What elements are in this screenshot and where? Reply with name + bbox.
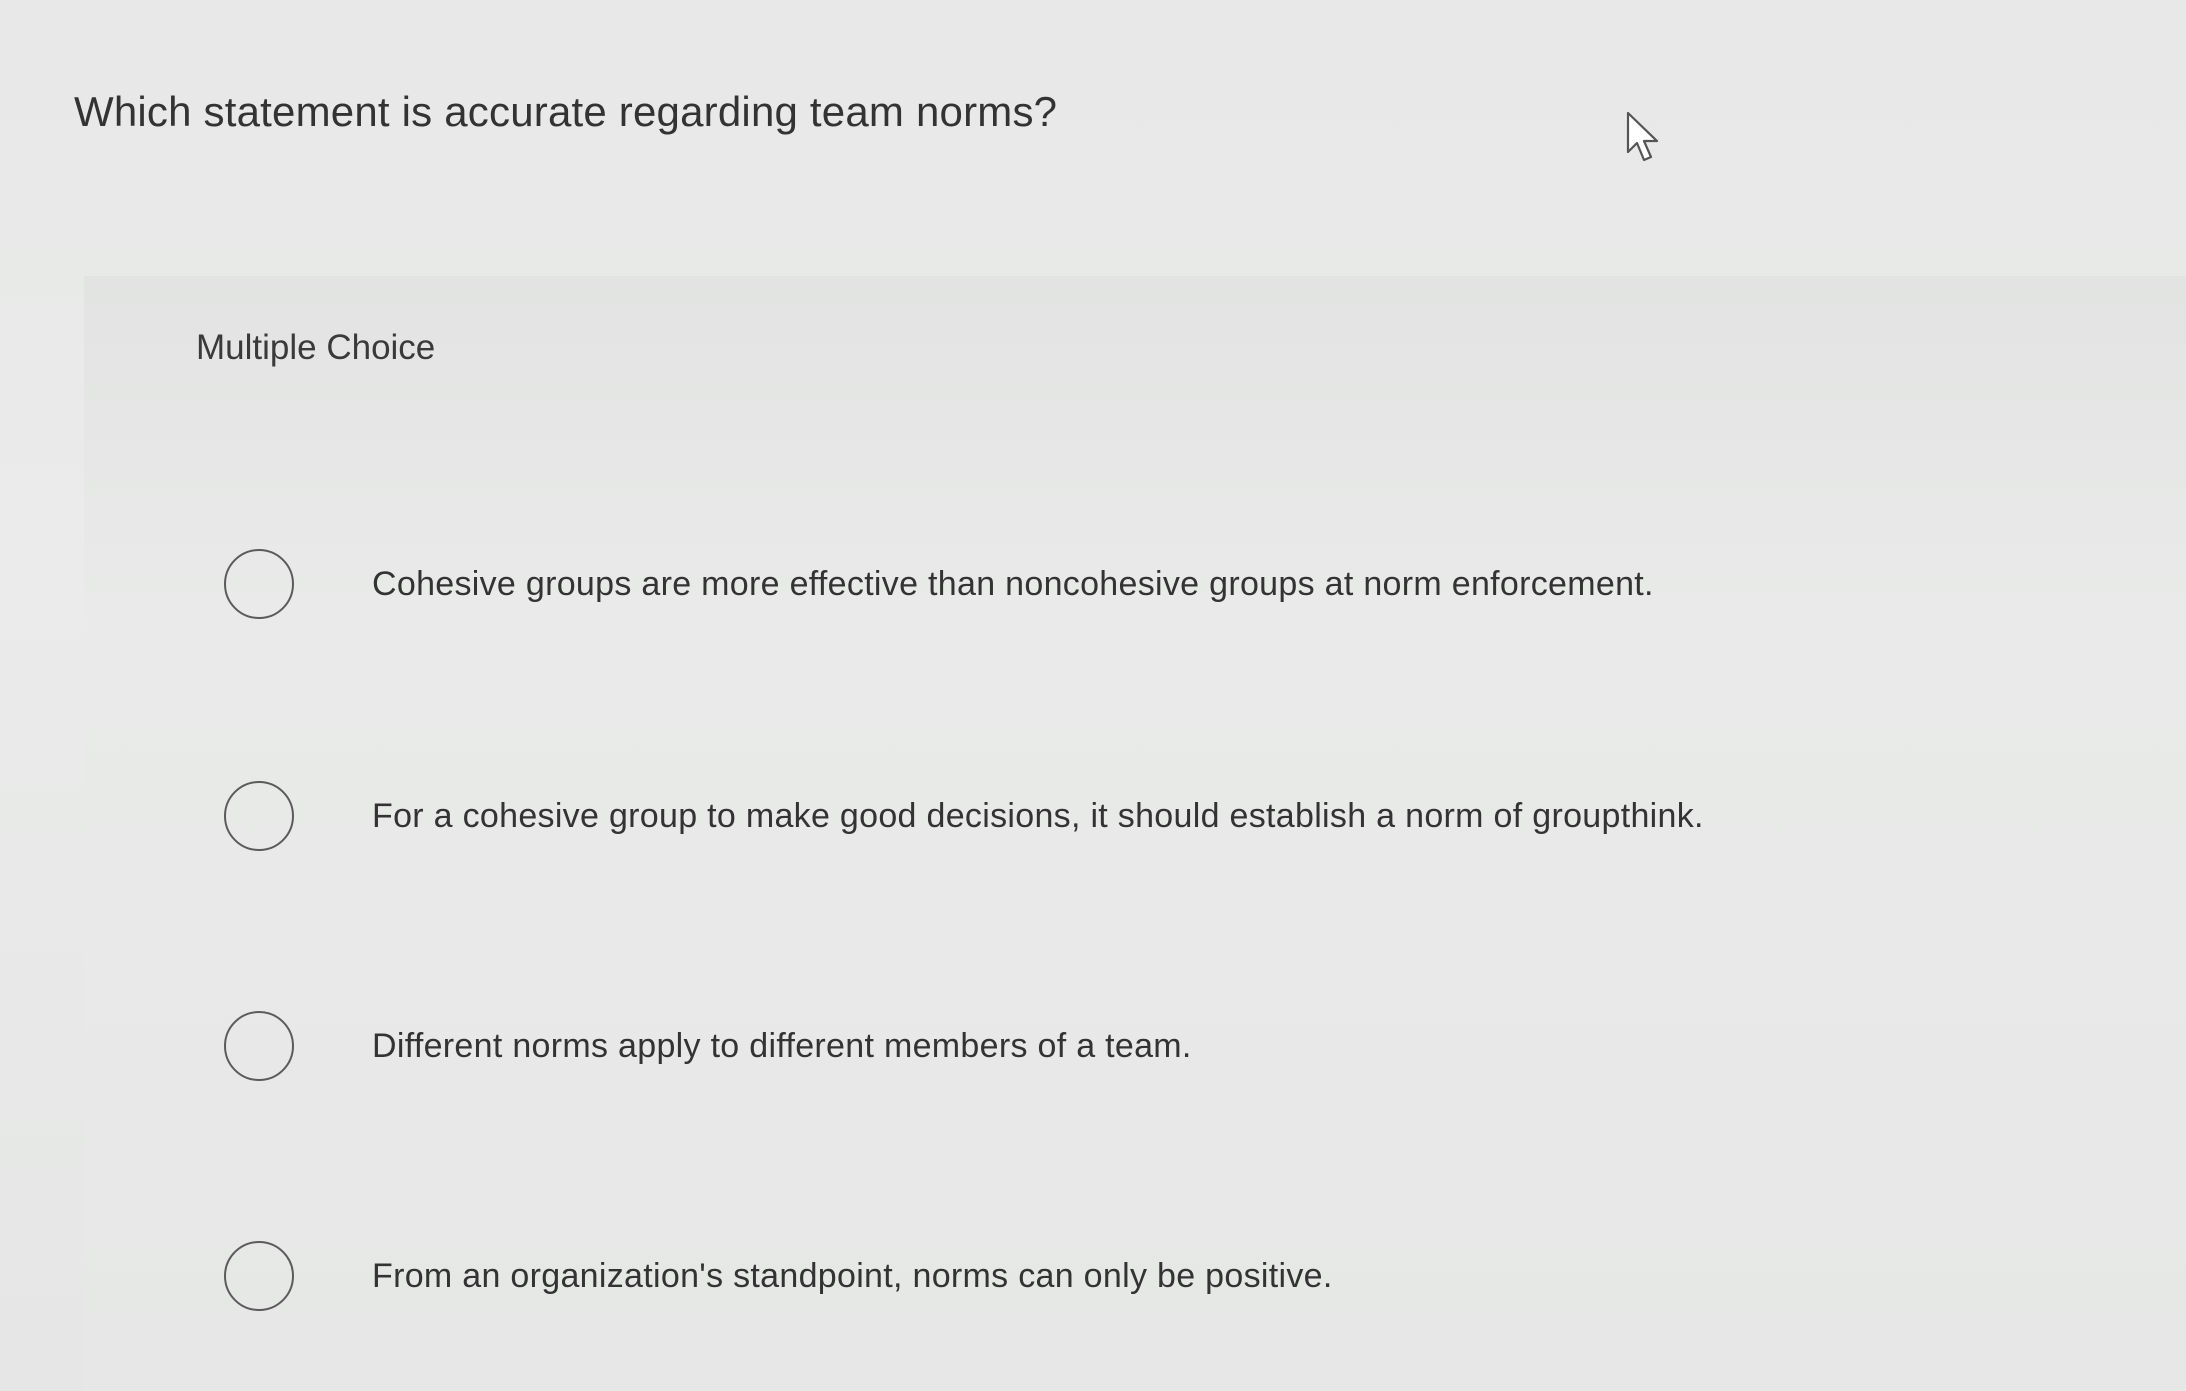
radio-unselected-icon[interactable] <box>224 1241 294 1311</box>
mouse-pointer-icon <box>1626 111 1659 162</box>
answer-option[interactable]: From an organization's standpoint, norms… <box>224 1221 2124 1331</box>
answer-option-label: From an organization's standpoint, norms… <box>372 1256 1333 1295</box>
radio-unselected-icon[interactable] <box>224 1011 294 1081</box>
answer-option[interactable]: Cohesive groups are more effective than … <box>224 529 2124 639</box>
answer-option-label: Different norms apply to different membe… <box>372 1026 1192 1065</box>
question-type-label: Multiple Choice <box>196 328 436 367</box>
answer-option-label: Cohesive groups are more effective than … <box>372 564 1654 603</box>
radio-unselected-icon[interactable] <box>224 781 294 851</box>
answer-option-label: For a cohesive group to make good decisi… <box>372 796 1704 835</box>
answer-option[interactable]: For a cohesive group to make good decisi… <box>224 761 2124 871</box>
answer-option[interactable]: Different norms apply to different membe… <box>224 991 2124 1101</box>
question-text: Which statement is accurate regarding te… <box>74 88 1058 135</box>
radio-unselected-icon[interactable] <box>224 549 294 619</box>
answer-panel: Multiple Choice Cohesive groups are more… <box>84 276 2186 1391</box>
